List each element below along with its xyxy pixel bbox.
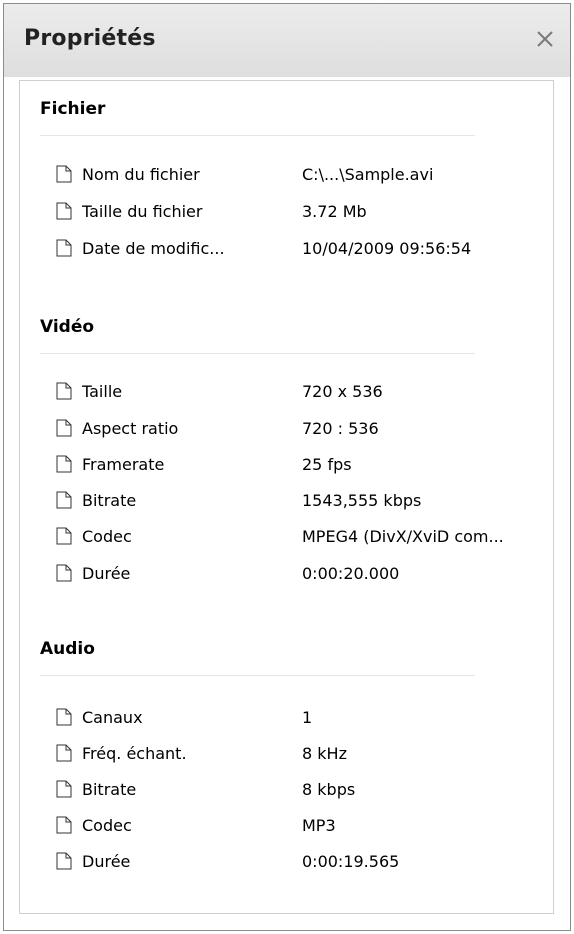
document-icon	[56, 780, 72, 798]
document-icon	[56, 816, 72, 834]
property-label: Aspect ratio	[82, 418, 179, 438]
close-button[interactable]	[528, 22, 562, 56]
section-divider	[40, 675, 475, 676]
title-bar: Propriétés	[4, 4, 570, 77]
property-value: C:\...\Sample.avi	[302, 164, 434, 184]
property-value: 0:00:20.000	[302, 563, 400, 583]
property-label: Taille	[82, 381, 123, 401]
property-value: 3.72 Mb	[302, 201, 367, 221]
property-value: 1543,555 kbps	[302, 490, 422, 510]
section-title-fichier: Fichier	[40, 99, 106, 119]
property-label: Durée	[82, 851, 131, 871]
property-label: Canaux	[82, 707, 143, 727]
property-row-bitrate-video[interactable]: Bitrate 1543,555 kbps	[56, 487, 421, 513]
property-row-duree-video[interactable]: Durée 0:00:20.000	[56, 560, 399, 586]
document-icon	[56, 165, 72, 183]
property-row-framerate[interactable]: Framerate 25 fps	[56, 451, 352, 477]
property-value: 25 fps	[302, 454, 352, 474]
document-icon	[56, 708, 72, 726]
property-row-taille[interactable]: Taille 720 x 536	[56, 378, 383, 404]
property-label: Fréq. échant.	[82, 743, 187, 763]
section-title-audio: Audio	[40, 639, 95, 659]
document-icon	[56, 419, 72, 437]
property-row-canaux[interactable]: Canaux 1	[56, 704, 312, 730]
property-value: 720 x 536	[302, 381, 383, 401]
property-label: Nom du fichier	[82, 164, 200, 184]
section-divider	[40, 135, 475, 136]
property-label: Taille du fichier	[82, 201, 203, 221]
property-value: 1	[302, 707, 313, 727]
property-label: Codec	[82, 526, 132, 546]
property-label: Framerate	[82, 454, 165, 474]
property-row-date-de-modification[interactable]: Date de modific... 10/04/2009 09:56:54	[56, 235, 471, 261]
property-value: 8 kHz	[302, 743, 347, 763]
window-title: Propriétés	[24, 26, 156, 51]
property-row-bitrate-audio[interactable]: Bitrate 8 kbps	[56, 776, 355, 802]
property-label: Date de modific...	[82, 238, 225, 258]
properties-panel: Fichier Nom du fichier C:\...\Sample.avi…	[19, 80, 554, 914]
property-value: 0:00:19.565	[302, 851, 400, 871]
document-icon	[56, 455, 72, 473]
document-icon	[56, 852, 72, 870]
property-row-freq-echant[interactable]: Fréq. échant. 8 kHz	[56, 740, 347, 766]
properties-window: Propriétés Fichier Nom du fichier C:\...…	[3, 3, 571, 931]
property-label: Bitrate	[82, 490, 137, 510]
property-value: 720 : 536	[302, 418, 379, 438]
section-title-video: Vidéo	[40, 317, 95, 337]
section-divider	[40, 353, 475, 354]
property-value: MPEG4 (DivX/XviD com...	[302, 526, 504, 546]
property-value: MP3	[302, 815, 336, 835]
property-row-taille-du-fichier[interactable]: Taille du fichier 3.72 Mb	[56, 198, 367, 224]
property-row-nom-du-fichier[interactable]: Nom du fichier C:\...\Sample.avi	[56, 161, 433, 187]
property-label: Codec	[82, 815, 132, 835]
document-icon	[56, 239, 72, 257]
property-label: Bitrate	[82, 779, 137, 799]
property-value: 10/04/2009 09:56:54	[302, 238, 472, 258]
document-icon	[56, 382, 72, 400]
document-icon	[56, 564, 72, 582]
property-row-codec-audio[interactable]: Codec MP3	[56, 812, 336, 838]
property-label: Durée	[82, 563, 131, 583]
property-value: 8 kbps	[302, 779, 356, 799]
document-icon	[56, 744, 72, 762]
property-row-codec-video[interactable]: Codec MPEG4 (DivX/XviD com...	[56, 523, 504, 549]
property-row-duree-audio[interactable]: Durée 0:00:19.565	[56, 848, 399, 874]
document-icon	[56, 202, 72, 220]
document-icon	[56, 491, 72, 509]
close-icon	[537, 31, 553, 47]
property-row-aspect-ratio[interactable]: Aspect ratio 720 : 536	[56, 415, 379, 441]
document-icon	[56, 527, 72, 545]
